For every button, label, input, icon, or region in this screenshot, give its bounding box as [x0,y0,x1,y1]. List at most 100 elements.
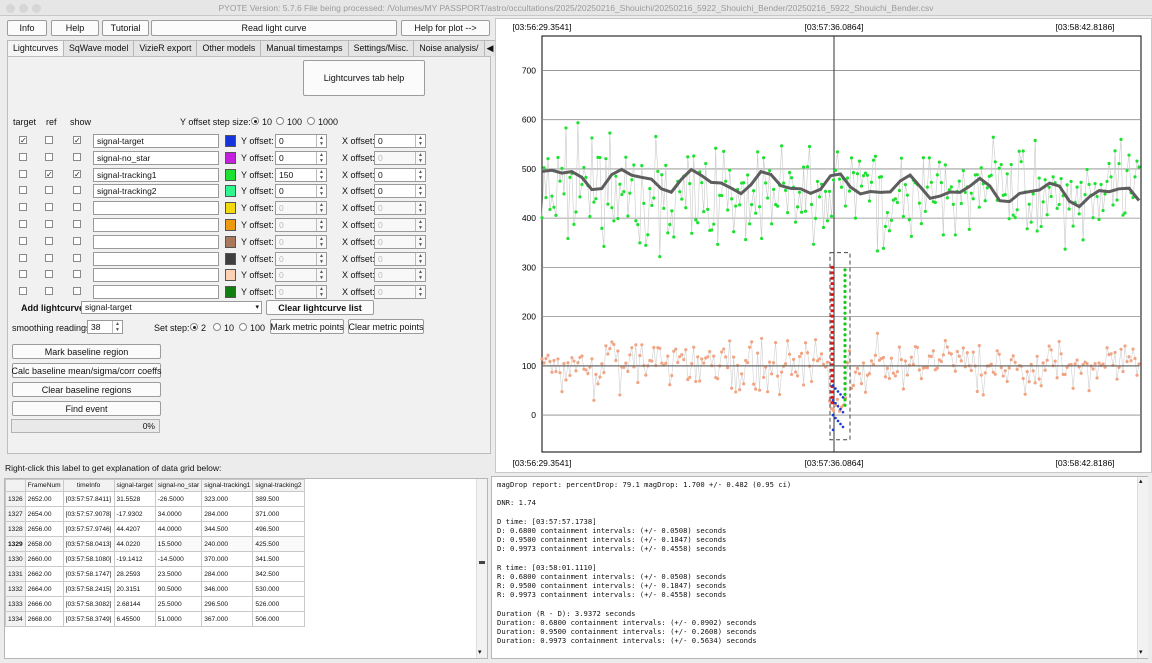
show-checkbox[interactable] [73,220,81,228]
grid-cell[interactable]: 370.000 [201,551,254,567]
row-number[interactable]: 1333 [5,596,26,612]
lightcurve-name-field[interactable]: signal-tracking1 [93,167,219,182]
grid-cell[interactable]: 425.500 [252,536,305,552]
table-row[interactable]: 1330 2660.00 [03:57:58.1080] -19.1412 -14.50… [5,551,305,567]
row-number[interactable]: 1326 [5,491,26,507]
stepper-arrows-icon[interactable]: ▲ ▼ [112,321,122,333]
y-offset-spinbox[interactable]: 0 ▲ ▼ [275,251,327,266]
color-swatch[interactable] [225,168,236,181]
grid-cell[interactable]: 15.5000 [154,536,203,552]
ref-checkbox[interactable] [45,186,53,195]
ref-checkbox[interactable] [45,220,53,228]
scroll-down-icon[interactable]: ▾ [478,648,482,656]
close-window-icon[interactable] [6,4,15,13]
column-header[interactable]: signal-tracking1 [201,479,254,492]
smoothing-spinbox[interactable]: 38 ▲ ▼ [87,320,123,334]
grid-cell[interactable]: 284.000 [201,566,254,582]
color-swatch[interactable] [225,252,236,265]
stepper-arrows-icon[interactable]: ▲ ▼ [415,168,425,181]
find-event-button[interactable]: Find event [12,401,161,416]
grid-cell[interactable]: 342.500 [252,566,305,582]
tab-manual-timestamps[interactable]: Manual timestamps [260,40,349,56]
lightcurve-name-field[interactable] [93,251,219,266]
grid-cell[interactable]: 2660.00 [24,551,64,567]
stepper-arrows-icon[interactable]: ▲ ▼ [316,135,326,147]
row-number[interactable]: 1327 [5,506,26,522]
color-swatch[interactable] [225,269,236,282]
x-offset-spinbox[interactable]: 0 ▲ ▼ [374,285,426,300]
y-offset-spinbox[interactable]: 0 ▲ ▼ [275,285,327,300]
target-checkbox[interactable] [19,152,27,161]
table-row[interactable]: 1333 2666.00 [03:57:58.3082] 2.68144 25.5000… [5,596,305,612]
ref-checkbox[interactable] [45,287,53,296]
grid-cell[interactable]: [03:57:58.0413] [62,536,115,552]
color-swatch[interactable] [225,219,236,231]
grid-cell[interactable]: [03:57:58.1080] [62,551,115,567]
lightcurve-name-field[interactable] [93,234,219,249]
x-offset-spinbox[interactable]: 0 ▲ ▼ [374,268,426,283]
grid-cell[interactable]: 44.0220 [113,536,156,552]
read-light-curve-button[interactable]: Read light curve [151,20,397,36]
tab-lightcurves[interactable]: Lightcurves [7,40,64,56]
grid-cell[interactable]: 323.000 [201,491,254,507]
tutorial-button[interactable]: Tutorial [102,20,149,36]
stepper-arrows-icon[interactable]: ▲ ▼ [316,168,326,181]
ref-checkbox[interactable] [45,203,53,212]
grid-cell[interactable]: 44.0000 [154,521,203,537]
clear-baseline-regions-button[interactable]: Clear baseline regions [12,382,161,397]
y-offset-spinbox[interactable]: 0 ▲ ▼ [275,184,327,199]
grid-cell[interactable]: 284.000 [201,506,254,522]
grid-cell[interactable]: 389.500 [252,491,305,507]
data-grid-hint-label[interactable]: Right-click this label to get explanatio… [5,463,221,473]
target-checkbox[interactable] [19,186,27,195]
minimize-window-icon[interactable] [19,4,28,13]
y-offset-spinbox[interactable]: 0 ▲ ▼ [275,234,327,249]
grid-cell[interactable]: [03:57:58.2415] [62,581,115,597]
stepper-arrows-icon[interactable]: ▲ ▼ [415,286,425,299]
set-step-100-radio[interactable] [239,323,247,331]
grid-cell[interactable]: 2656.00 [24,521,64,537]
x-offset-spinbox[interactable]: 0 ▲ ▼ [374,201,426,216]
grid-cell[interactable]: [03:57:58.3749] [62,611,115,627]
lightcurve-name-field[interactable] [93,285,219,300]
target-checkbox[interactable] [19,253,27,262]
grid-cell[interactable]: 6.45500 [113,611,156,627]
stepper-arrows-icon[interactable]: ▲ ▼ [415,185,425,198]
data-grid[interactable]: FrameNum timeInfo signal-target signal-no_s… [4,478,488,659]
y-offset-spinbox[interactable]: 0 ▲ ▼ [275,134,327,148]
x-offset-spinbox[interactable]: 0 ▲ ▼ [374,184,426,199]
target-checkbox[interactable] [19,220,27,228]
x-offset-spinbox[interactable]: 0 ▲ ▼ [374,234,426,249]
column-header[interactable]: signal-no_star [154,479,203,492]
lightcurve-name-field[interactable] [93,268,219,283]
target-checkbox[interactable] [19,236,27,245]
stepper-arrows-icon[interactable]: ▲ ▼ [316,269,326,282]
ref-checkbox[interactable] [45,136,53,144]
grid-cell[interactable]: [03:57:57.8411] [62,491,115,507]
x-offset-spinbox[interactable]: 0 ▲ ▼ [374,167,426,182]
stepper-arrows-icon[interactable]: ▲ ▼ [316,252,326,265]
x-offset-spinbox[interactable]: 0 ▲ ▼ [374,134,426,148]
grid-cell[interactable]: 296.500 [201,596,254,612]
target-checkbox[interactable] [19,287,27,296]
grid-cell[interactable]: 240.000 [201,536,254,552]
grid-cell[interactable]: 496.500 [252,521,305,537]
grid-cell[interactable]: 2652.00 [24,491,64,507]
stepper-arrows-icon[interactable]: ▲ ▼ [316,286,326,299]
grid-cell[interactable]: 51.0000 [154,611,203,627]
grid-cell[interactable]: [03:57:57.9078] [62,506,115,522]
lightcurves-tab-help-button[interactable]: Lightcurves tab help [303,60,425,96]
table-row[interactable]: 1329 2658.00 [03:57:58.0413] 44.0220 15.5000… [5,536,305,552]
grid-cell[interactable]: 526.000 [252,596,305,612]
table-row[interactable]: 1328 2656.00 [03:57:57.9746] 44.4207 44.0000… [5,521,305,537]
ref-checkbox[interactable] [45,270,53,279]
grid-cell[interactable]: 371.000 [252,506,305,522]
lightcurve-name-field[interactable]: signal-tracking2 [93,184,219,199]
y-offset-spinbox[interactable]: 150 ▲ ▼ [275,167,327,182]
color-swatch[interactable] [225,202,236,215]
stepper-arrows-icon[interactable]: ▲ ▼ [415,235,425,248]
mark-baseline-region-button[interactable]: Mark baseline region [12,344,161,359]
grid-cell[interactable]: 2662.00 [24,566,64,582]
scroll-down-icon[interactable]: ▾ [1139,648,1143,656]
clear-metric-points-button[interactable]: Clear metric points [348,319,424,334]
